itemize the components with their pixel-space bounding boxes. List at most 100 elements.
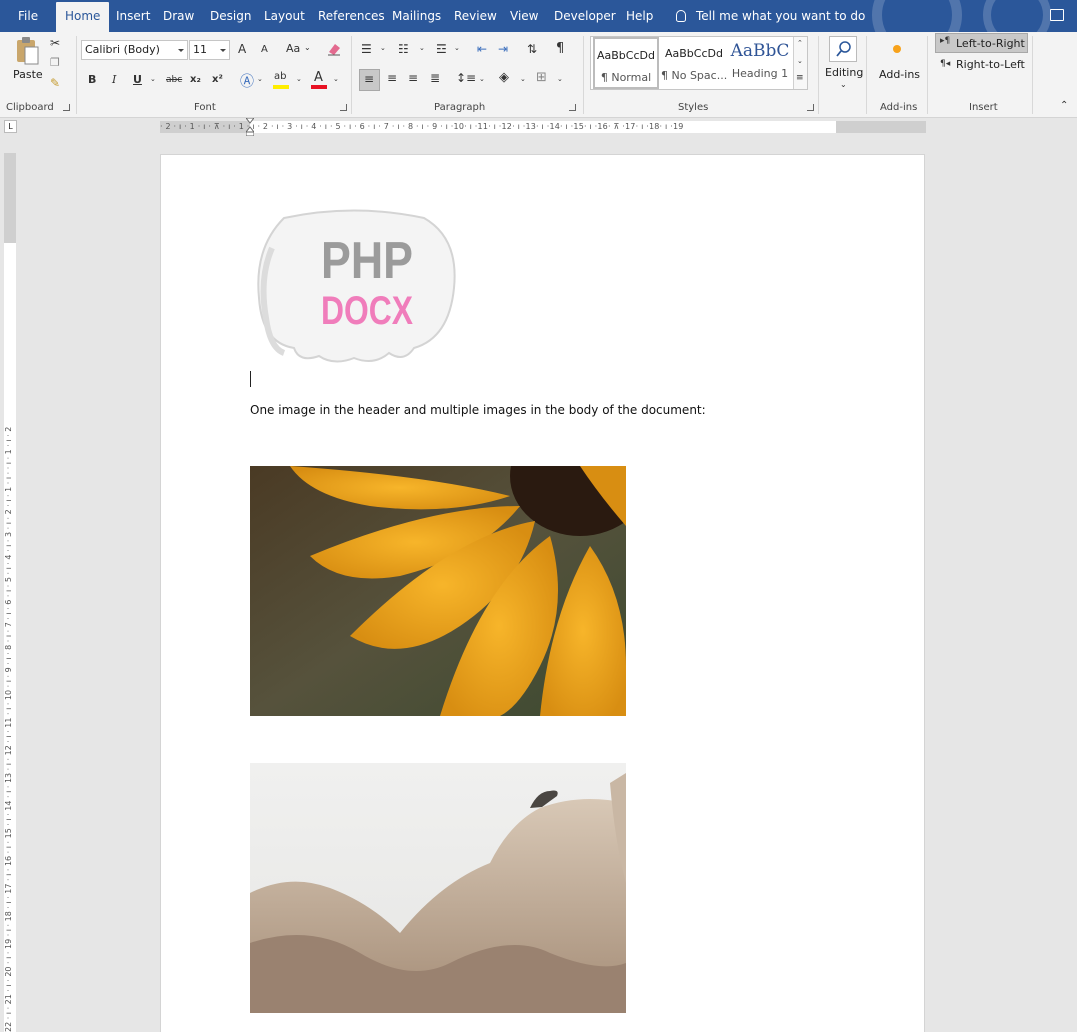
style-normal[interactable]: AaBbCcDd ¶ Normal (593, 37, 659, 89)
vertical-ruler[interactable]: 22 · ı · 21 · ı · 20 · ı · 19 · ı · 18 ·… (4, 153, 16, 1032)
sort-icon[interactable]: ⇅ (527, 42, 537, 56)
font-size-dropdown[interactable]: 11 (189, 40, 230, 60)
numbering-icon[interactable]: ☷ (398, 42, 409, 56)
paste-icon[interactable] (14, 36, 40, 66)
ltr-label: Left-to-Right (956, 37, 1025, 50)
bullets-icon[interactable]: ☰ (361, 42, 372, 56)
shrink-font-button[interactable]: A (261, 44, 268, 55)
align-right-icon[interactable]: ≡ (408, 71, 418, 85)
strikethrough-button[interactable]: abc (166, 75, 182, 85)
clear-formatting-icon[interactable] (326, 41, 342, 57)
comments-icon[interactable] (1050, 9, 1064, 21)
line-spacing-icon[interactable]: ↕≡ (456, 71, 476, 85)
styles-launcher-icon[interactable] (807, 104, 814, 111)
decrease-indent-icon[interactable]: ⇤ (477, 42, 487, 56)
find-button[interactable] (829, 36, 857, 62)
cut-icon[interactable]: ✂ (50, 36, 60, 50)
font-launcher-icon[interactable] (340, 104, 347, 111)
style-no-spacing[interactable]: AaBbCcDd ¶ No Spac... (661, 37, 727, 89)
style-sample: AaBbC (730, 41, 790, 61)
tab-mailings[interactable]: Mailings (392, 0, 441, 32)
italic-button[interactable]: I (112, 73, 116, 86)
paste-button[interactable]: Paste (13, 68, 43, 81)
justify-icon[interactable]: ≣ (430, 71, 440, 85)
collapse-ribbon-icon[interactable]: ⌃ (1060, 100, 1068, 111)
chevron-down-icon[interactable]: ⌄ (380, 44, 386, 52)
right-to-left-button[interactable]: Right-to-Left (956, 58, 1025, 71)
align-center-icon[interactable]: ≡ (387, 71, 397, 85)
underline-button[interactable]: U (133, 73, 142, 86)
font-color-bar (311, 85, 327, 89)
indent-marker[interactable] (246, 118, 254, 136)
chevron-down-icon[interactable]: ⌄ (257, 75, 263, 83)
font-color-icon[interactable]: A (314, 70, 323, 85)
grow-font-button[interactable]: A (238, 42, 246, 56)
tab-layout[interactable]: Layout (264, 0, 305, 32)
tab-references[interactable]: References (318, 0, 385, 32)
align-left-button[interactable]: ≡ (359, 69, 380, 91)
chevron-down-icon[interactable]: ⌄ (840, 80, 847, 89)
chevron-down-icon[interactable]: ⌄ (520, 75, 526, 83)
copy-icon[interactable]: ❐ (50, 56, 60, 69)
separator (76, 36, 77, 114)
bold-button[interactable]: B (88, 73, 96, 86)
title-menu-bar: File Home Insert Draw Design Layout Refe… (0, 0, 1077, 32)
chevron-down-icon[interactable]: ⌄ (296, 75, 302, 83)
increase-indent-icon[interactable]: ⇥ (498, 42, 508, 56)
show-formatting-button[interactable]: ¶ (556, 41, 564, 56)
multilevel-list-icon[interactable]: ☲ (436, 42, 447, 56)
tab-insert[interactable]: Insert (116, 0, 150, 32)
rock-bird-image[interactable] (250, 763, 626, 1013)
ribbon: Paste ✂ ❐ ✎ Clipboard Calibri (Body) 11 … (0, 32, 1077, 118)
tab-design[interactable]: Design (210, 0, 251, 32)
chevron-up-icon[interactable]: ⌃ (797, 39, 803, 47)
tab-help[interactable]: Help (626, 0, 653, 32)
tab-home[interactable]: Home (56, 2, 110, 32)
chevron-down-icon[interactable]: ⌄ (479, 75, 485, 83)
sunflower-image[interactable] (250, 466, 626, 716)
chevron-down-icon[interactable]: ⌄ (557, 75, 563, 83)
horizontal-ruler[interactable]: L · 2 · ı · 1 · ı · ⊼ · ı · 1 · ı · 2 · … (0, 118, 1077, 136)
tab-file[interactable]: File (18, 0, 38, 32)
styles-group-label: Styles (678, 102, 709, 113)
separator (927, 36, 928, 114)
text-effects-icon[interactable]: Ⓐ (240, 71, 254, 91)
styles-scroll[interactable]: ⌃ ⌄ ≡ (793, 37, 807, 89)
superscript-button[interactable]: x² (212, 74, 223, 85)
tell-me-search[interactable]: Tell me what you want to do (676, 0, 865, 32)
clipboard-launcher-icon[interactable] (63, 104, 70, 111)
styles-gallery[interactable]: AaBbCcDd ¶ Normal AaBbCcDd ¶ No Spac... … (590, 36, 808, 90)
style-heading-1[interactable]: AaBbC Heading 1 (727, 37, 793, 89)
chevron-down-icon[interactable]: ⌄ (304, 43, 311, 52)
font-name-dropdown[interactable]: Calibri (Body) (81, 40, 188, 60)
document-page[interactable]: PHP DOCX One image in the header and mul… (160, 154, 925, 1032)
tab-draw[interactable]: Draw (163, 0, 194, 32)
subscript-button[interactable]: x₂ (190, 74, 201, 85)
left-to-right-button[interactable]: ▸¶ Left-to-Right (935, 33, 1028, 53)
highlight-icon[interactable]: ab (274, 71, 286, 82)
chevron-down-icon[interactable]: ⌄ (797, 57, 803, 65)
tab-selector[interactable]: L (4, 120, 17, 133)
search-icon (836, 41, 851, 57)
change-case-button[interactable]: Aa (286, 42, 300, 55)
chevron-down-icon[interactable]: ⌄ (333, 75, 339, 83)
paragraph-launcher-icon[interactable] (569, 104, 576, 111)
editing-button[interactable]: Editing (825, 66, 863, 79)
more-icon[interactable]: ≡ (796, 73, 804, 83)
tab-developer[interactable]: Developer (554, 0, 616, 32)
tab-review[interactable]: Review (454, 0, 497, 32)
chevron-down-icon[interactable]: ⌄ (454, 44, 460, 52)
add-ins-icon[interactable] (893, 45, 901, 53)
tab-view[interactable]: View (510, 0, 538, 32)
paragraph-group-label: Paragraph (434, 102, 486, 113)
shading-icon[interactable]: ◈ (499, 70, 509, 85)
format-painter-icon[interactable]: ✎ (50, 76, 60, 90)
chevron-down-icon (178, 49, 184, 52)
add-ins-button[interactable]: Add-ins (879, 68, 920, 81)
rtl-icon[interactable]: ¶◂ (940, 59, 950, 69)
chevron-down-icon[interactable]: ⌄ (419, 44, 425, 52)
align-left-icon: ≡ (364, 72, 375, 86)
borders-icon[interactable]: ⊞ (536, 70, 547, 85)
body-paragraph[interactable]: One image in the header and multiple ima… (250, 403, 706, 417)
chevron-down-icon[interactable]: ⌄ (150, 75, 156, 83)
